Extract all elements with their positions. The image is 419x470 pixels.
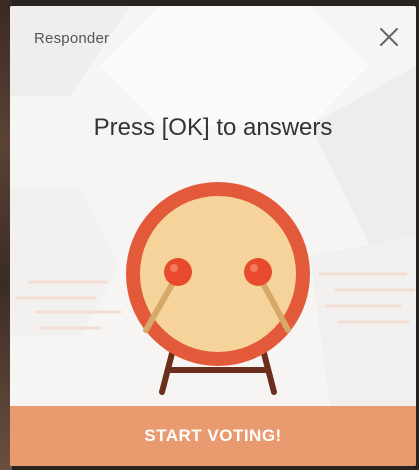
- drum-icon: [126, 182, 310, 395]
- close-button[interactable]: [376, 24, 402, 50]
- close-icon: [380, 28, 398, 46]
- start-voting-button[interactable]: START VOTING!: [10, 406, 416, 466]
- background-frame: Responder Press [OK] to answers START VO…: [0, 0, 419, 470]
- dialog-prompt: Press [OK] to answers: [93, 114, 333, 141]
- responder-dialog: Responder Press [OK] to answers START VO…: [10, 6, 416, 466]
- dialog-title: Responder: [34, 30, 110, 47]
